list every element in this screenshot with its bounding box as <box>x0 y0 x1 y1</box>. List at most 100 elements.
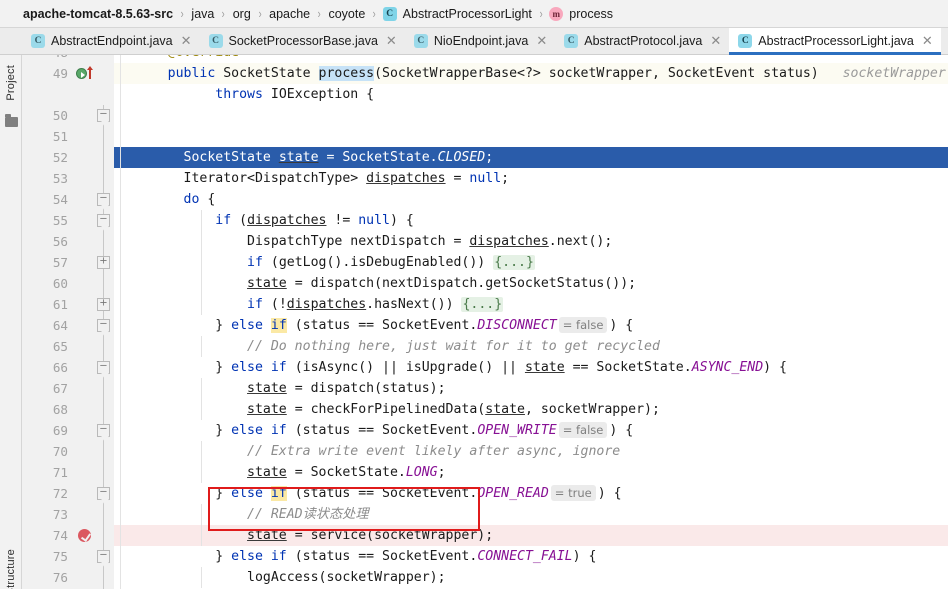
fold-gutter[interactable]: − <box>94 420 114 441</box>
folded-code-block[interactable]: {...} <box>461 297 504 312</box>
gutter-icons[interactable] <box>74 336 94 357</box>
fold-gutter[interactable] <box>94 84 114 105</box>
tab-socketprocessorbase[interactable]: C SocketProcessorBase.java ✕ <box>200 28 405 54</box>
gutter-icons[interactable] <box>74 315 94 336</box>
fold-gutter[interactable]: − <box>94 357 114 378</box>
fold-gutter[interactable]: − <box>94 546 114 567</box>
fold-gutter[interactable] <box>94 441 114 462</box>
gutter-icons[interactable] <box>74 231 94 252</box>
code-line[interactable]: 48 @Override <box>22 55 948 63</box>
gutter-icons[interactable] <box>74 55 94 63</box>
breadcrumb-item-class[interactable]: C AbstractProcessorLight <box>382 6 533 21</box>
gutter-icons[interactable] <box>74 378 94 399</box>
fold-gutter[interactable]: − <box>94 105 114 126</box>
fold-gutter[interactable]: − <box>94 483 114 504</box>
fold-gutter[interactable] <box>94 525 114 546</box>
gutter-icons[interactable] <box>74 399 94 420</box>
fold-gutter[interactable]: − <box>94 315 114 336</box>
fold-gutter[interactable] <box>94 168 114 189</box>
gutter-icons[interactable] <box>74 483 94 504</box>
breakpoint-icon[interactable] <box>78 529 91 542</box>
rail-button-project[interactable]: Project <box>0 57 22 109</box>
close-icon[interactable]: ✕ <box>710 35 721 48</box>
fold-gutter[interactable] <box>94 336 114 357</box>
code-line[interactable]: 54 − do { <box>22 189 948 210</box>
gutter-icons[interactable] <box>74 357 94 378</box>
gutter-icons[interactable] <box>74 567 94 588</box>
close-icon[interactable]: ✕ <box>386 35 397 48</box>
fold-gutter[interactable] <box>94 378 114 399</box>
fold-gutter[interactable] <box>94 55 114 63</box>
fold-gutter[interactable] <box>94 504 114 525</box>
editor-tab-strip[interactable]: C AbstractEndpoint.java ✕ C SocketProces… <box>0 28 948 55</box>
gutter-icons[interactable] <box>74 462 94 483</box>
code-editor[interactable]: 48 @Override 49 public SocketState proce… <box>22 55 948 589</box>
code-line[interactable]: 50 − <box>22 105 948 126</box>
gutter-icons[interactable] <box>74 210 94 231</box>
tab-abstractprocessorlight[interactable]: C AbstractProcessorLight.java ✕ <box>729 28 941 55</box>
gutter-icons[interactable] <box>74 147 94 168</box>
fold-gutter[interactable] <box>94 273 114 294</box>
code-line[interactable]: 49 public SocketState process(SocketWrap… <box>22 63 948 84</box>
code-line-selected[interactable]: 52 SocketState state = SocketState.CLOSE… <box>22 147 948 168</box>
gutter-icons[interactable] <box>74 294 94 315</box>
gutter-icons[interactable] <box>74 273 94 294</box>
fold-gutter[interactable] <box>94 126 114 147</box>
code-line-breakpoint[interactable]: 74 state = service(socketWrapper); <box>22 525 948 546</box>
gutter-icons[interactable] <box>74 84 94 105</box>
fold-collapse-icon[interactable]: − <box>97 361 110 374</box>
breadcrumb-item-apache[interactable]: apache <box>268 7 311 21</box>
code-line[interactable]: 71 state = SocketState.LONG; <box>22 462 948 483</box>
gutter-icons[interactable] <box>74 63 94 84</box>
fold-gutter[interactable]: + <box>94 252 114 273</box>
fold-gutter[interactable] <box>94 147 114 168</box>
fold-gutter[interactable]: − <box>94 210 114 231</box>
fold-collapse-icon[interactable]: − <box>97 319 110 332</box>
fold-gutter[interactable]: + <box>94 294 114 315</box>
folded-code-block[interactable]: {...} <box>493 255 535 270</box>
fold-gutter[interactable] <box>94 231 114 252</box>
fold-gutter[interactable] <box>94 399 114 420</box>
code-line[interactable]: 66 − } else if (isAsync() || isUpgrade()… <box>22 357 948 378</box>
gutter-icons[interactable] <box>74 126 94 147</box>
close-icon[interactable]: ✕ <box>922 35 933 48</box>
breadcrumb-item-project[interactable]: apache-tomcat-8.5.63-src <box>22 7 174 21</box>
code-line[interactable]: 61 + if (!dispatches.hasNext()) {...} <box>22 294 948 315</box>
fold-expand-icon[interactable]: + <box>97 298 110 311</box>
gutter-icons[interactable] <box>74 189 94 210</box>
breadcrumb-item-method[interactable]: m process <box>549 6 614 21</box>
left-tool-rail[interactable]: Project Structure <box>0 55 22 589</box>
gutter-icons[interactable] <box>74 168 94 189</box>
breadcrumb-item-org[interactable]: org <box>232 7 252 21</box>
gutter-icons[interactable] <box>74 525 94 546</box>
fold-collapse-icon[interactable]: − <box>97 193 110 206</box>
fold-gutter[interactable] <box>94 63 114 84</box>
breadcrumb-item-java[interactable]: java <box>190 7 215 21</box>
code-line[interactable]: 53 Iterator<DispatchType> dispatches = n… <box>22 168 948 189</box>
gutter-icons[interactable] <box>74 504 94 525</box>
fold-gutter[interactable] <box>94 567 114 588</box>
folder-icon[interactable] <box>0 113 22 131</box>
tab-nioendpoint[interactable]: C NioEndpoint.java ✕ <box>405 28 555 54</box>
tab-abstractendpoint[interactable]: C AbstractEndpoint.java ✕ <box>22 28 200 54</box>
gutter-icons[interactable] <box>74 105 94 126</box>
code-line[interactable]: 69 − } else if (status == SocketEvent.OP… <box>22 420 948 441</box>
close-icon[interactable]: ✕ <box>181 35 192 48</box>
code-line[interactable]: 57 + if (getLog().isDebugEnabled()) {...… <box>22 252 948 273</box>
close-icon[interactable]: ✕ <box>536 35 547 48</box>
code-line[interactable]: 72 − } else if (status == SocketEvent.OP… <box>22 483 948 504</box>
gutter-icons[interactable] <box>74 252 94 273</box>
navigation-breadcrumb[interactable]: apache-tomcat-8.5.63-src › java › org › … <box>0 0 948 28</box>
gutter-icons[interactable] <box>74 441 94 462</box>
tab-abstractprotocol[interactable]: C AbstractProtocol.java ✕ <box>555 28 729 54</box>
fold-expand-icon[interactable]: + <box>97 256 110 269</box>
gutter-icons[interactable] <box>74 420 94 441</box>
code-line[interactable]: 68 state = checkForPipelinedData(state, … <box>22 399 948 420</box>
breadcrumb-item-coyote[interactable]: coyote <box>327 7 366 21</box>
fold-collapse-icon[interactable]: − <box>97 109 110 122</box>
fold-collapse-icon[interactable]: − <box>97 487 110 500</box>
fold-collapse-icon[interactable]: − <box>97 550 110 563</box>
fold-collapse-icon[interactable]: − <box>97 424 110 437</box>
rail-button-structure[interactable]: Structure <box>0 541 22 589</box>
fold-collapse-icon[interactable]: − <box>97 214 110 227</box>
